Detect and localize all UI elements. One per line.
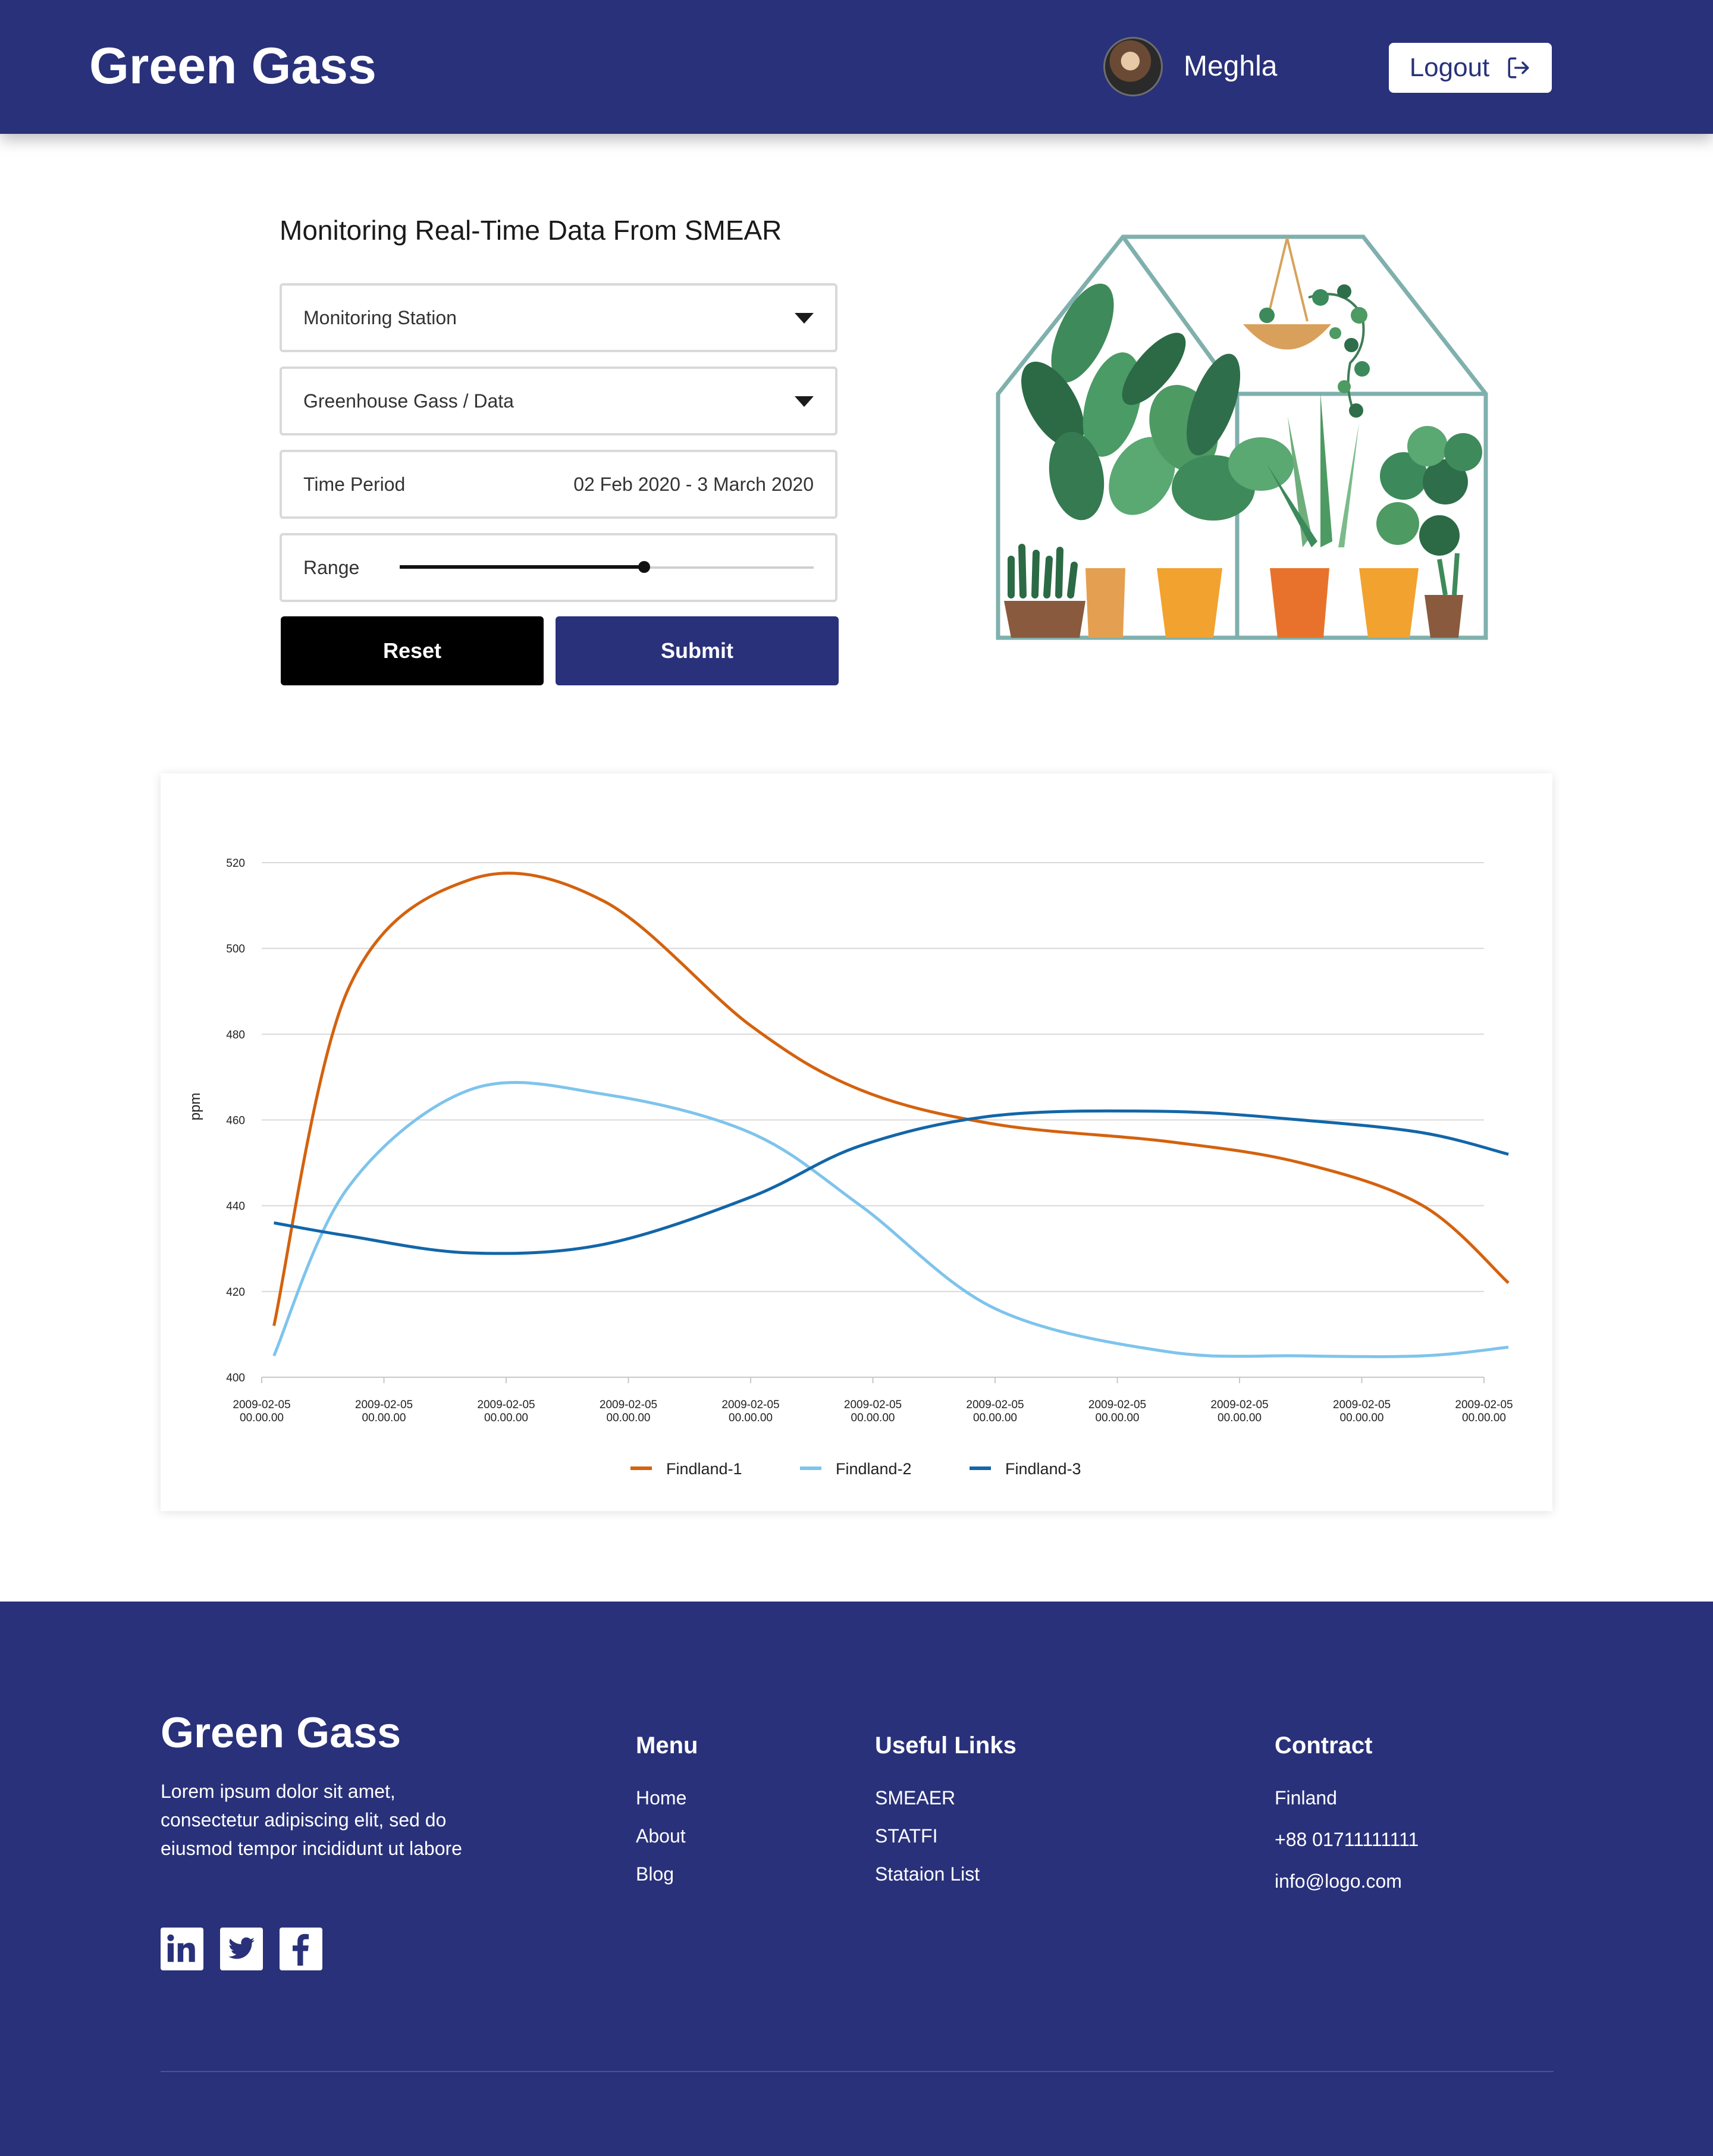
time-period-field[interactable]: Time Period 02 Feb 2020 - 3 March 2020 — [280, 450, 837, 519]
range-slider-handle[interactable] — [638, 561, 650, 573]
y-tick-label: 520 — [226, 857, 245, 870]
footer-link-statfi[interactable]: STATFI — [875, 1825, 980, 1863]
caret-down-icon — [795, 396, 814, 407]
facebook-icon[interactable] — [280, 1928, 322, 1970]
twitter-icon[interactable] — [220, 1928, 263, 1970]
series-line-2 — [272, 1081, 1509, 1358]
user-name[interactable]: Meghla — [1184, 50, 1277, 83]
range-slider-fill — [400, 565, 644, 569]
footer-link-blog[interactable]: Blog — [636, 1863, 686, 1901]
contact-phone[interactable]: +88 01711111111 — [1275, 1829, 1419, 1870]
y-axis-label: ppm — [187, 1093, 203, 1121]
x-tick-label-time: 00.00.00 — [973, 1412, 1017, 1424]
y-tick-label: 440 — [226, 1201, 245, 1213]
series-line-1 — [272, 872, 1510, 1327]
x-tick-label: 2009-02-05 — [477, 1399, 535, 1411]
time-period-value[interactable]: 02 Feb 2020 - 3 March 2020 — [573, 474, 814, 496]
footer-link-about[interactable]: About — [636, 1825, 686, 1863]
x-tick-label-time: 00.00.00 — [484, 1412, 528, 1424]
x-tick-label-time: 00.00.00 — [1096, 1412, 1140, 1424]
range-field: Range — [280, 533, 837, 602]
y-tick-label: 500 — [226, 943, 245, 955]
footer-contact-title: Contract — [1275, 1732, 1373, 1759]
footer-divider — [161, 2071, 1554, 2072]
y-tick-label: 480 — [226, 1029, 245, 1041]
legend-label[interactable]: Findland-2 — [836, 1460, 912, 1478]
form-title: Monitoring Real-Time Data From SMEAR — [280, 215, 782, 246]
greenhouse-gas-select[interactable]: Greenhouse Gass / Data — [280, 366, 837, 435]
x-tick-label-time: 00.00.00 — [851, 1412, 895, 1424]
logout-button[interactable]: Logout — [1389, 43, 1552, 93]
footer-description: Lorem ipsum dolor sit amet, consectetur … — [161, 1781, 462, 1859]
footer-link-station-list[interactable]: Stataion List — [875, 1863, 980, 1901]
footer-useful-links-list: SMEAER STATFI Stataion List — [875, 1787, 980, 1901]
x-tick-label: 2009-02-05 — [1210, 1399, 1268, 1411]
x-tick-label-time: 00.00.00 — [1218, 1412, 1262, 1424]
legend-label[interactable]: Findland-3 — [1005, 1460, 1081, 1478]
x-tick-label: 2009-02-05 — [233, 1399, 290, 1411]
x-tick-label-time: 00.00.00 — [1340, 1412, 1384, 1424]
x-tick-label-time: 00.00.00 — [362, 1412, 406, 1424]
caret-down-icon — [795, 313, 814, 324]
ppm-line-chart: 400420440460480500520 2009-02-0500.00.00… — [187, 857, 1513, 1478]
contact-country: Finland — [1275, 1787, 1337, 1809]
logout-icon — [1508, 57, 1529, 79]
x-tick-label-time: 00.00.00 — [1462, 1412, 1506, 1424]
footer-link-home[interactable]: Home — [636, 1787, 686, 1825]
footer-menu-list: Home About Blog — [636, 1787, 686, 1901]
x-tick-label-time: 00.00.00 — [607, 1412, 651, 1424]
x-tick-label: 2009-02-05 — [355, 1399, 413, 1411]
station-select-label: Monitoring Station — [303, 306, 457, 328]
time-period-label: Time Period — [303, 473, 406, 495]
y-tick-label: 400 — [226, 1372, 245, 1384]
x-tick-label: 2009-02-05 — [600, 1399, 657, 1411]
y-tick-label: 460 — [226, 1115, 245, 1127]
greenhouse-illustration — [996, 234, 1488, 640]
footer-brand[interactable]: Green Gass — [161, 1709, 401, 1757]
linkedin-icon[interactable] — [161, 1928, 203, 1970]
x-tick-label-time: 00.00.00 — [729, 1412, 773, 1424]
x-tick-label: 2009-02-05 — [1333, 1399, 1391, 1411]
range-label: Range — [303, 556, 360, 578]
reset-button[interactable]: Reset — [281, 616, 544, 685]
x-tick-label: 2009-02-05 — [721, 1399, 779, 1411]
user-avatar[interactable] — [1103, 37, 1163, 96]
x-tick-label: 2009-02-05 — [1455, 1399, 1513, 1411]
footer-link-smeaer[interactable]: SMEAER — [875, 1787, 980, 1825]
x-tick-label: 2009-02-05 — [966, 1399, 1024, 1411]
submit-button[interactable]: Submit — [556, 616, 839, 685]
top-navbar: Green Gass Meghla Logout — [0, 0, 1713, 134]
brand-logo[interactable]: Green Gass — [89, 37, 377, 96]
x-tick-label: 2009-02-05 — [1088, 1399, 1146, 1411]
monitoring-station-select[interactable]: Monitoring Station — [280, 283, 837, 352]
logout-label: Logout — [1409, 53, 1490, 82]
footer-menu-title: Menu — [636, 1732, 698, 1759]
legend-label[interactable]: Findland-1 — [666, 1460, 742, 1478]
footer-contact-list: Finland +88 01711111111 info@logo.com — [1275, 1787, 1419, 1912]
gas-select-label: Greenhouse Gass / Data — [303, 390, 514, 412]
contact-email[interactable]: info@logo.com — [1275, 1870, 1419, 1912]
footer-useful-links-title: Useful Links — [875, 1732, 1016, 1759]
range-slider[interactable] — [400, 561, 814, 573]
footer: Green Gass Lorem ipsum dolor sit amet, c… — [0, 1602, 1713, 2156]
chart-card: 400 420 440 460 480 500 520 2009-02-05 00.00.00… — [161, 773, 1552, 1511]
x-tick-label: 2009-02-05 — [844, 1399, 902, 1411]
y-tick-label: 420 — [226, 1286, 245, 1299]
x-tick-label-time: 00.00.00 — [240, 1412, 284, 1424]
